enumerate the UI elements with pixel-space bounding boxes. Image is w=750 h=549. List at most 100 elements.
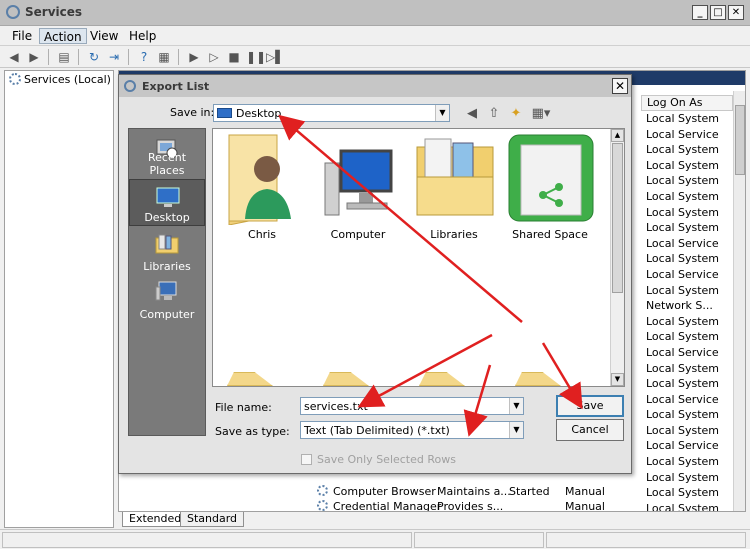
filename-input[interactable]: services.txt ▼ xyxy=(300,397,524,415)
logon-cell: Local System xyxy=(646,423,720,437)
refresh-icon[interactable]: ↻ xyxy=(86,49,102,65)
start-service-alt-icon[interactable]: ▷ xyxy=(206,49,222,65)
logon-cell: Local System xyxy=(646,283,720,297)
chevron-down-icon[interactable]: ▼ xyxy=(509,422,523,438)
column-header-logon[interactable]: Log On As xyxy=(641,95,733,111)
scroll-up-icon[interactable]: ▲ xyxy=(611,129,624,142)
gear-icon xyxy=(317,500,328,511)
scrollbar-thumb[interactable] xyxy=(612,143,623,293)
menu-bar: File Action View Help xyxy=(0,26,750,46)
toolbar-separator xyxy=(48,49,49,65)
logon-cell: Local System xyxy=(646,408,720,422)
menu-help[interactable]: Help xyxy=(125,28,160,44)
title-bar: Services _ □ ✕ xyxy=(0,0,750,26)
place-libraries[interactable]: Libraries xyxy=(129,227,205,274)
tab-extended[interactable]: Extended xyxy=(122,512,189,527)
console-tree: Services (Local) xyxy=(4,70,114,528)
tree-item-services-local[interactable]: Services (Local) xyxy=(9,73,111,86)
toolbar-separator xyxy=(128,49,129,65)
chevron-down-icon[interactable]: ▼ xyxy=(509,398,523,414)
save-selected-rows-checkbox[interactable]: Save Only Selected Rows xyxy=(301,453,456,466)
view-menu-icon[interactable]: ▦▾ xyxy=(529,105,553,123)
checkbox-label: Save Only Selected Rows xyxy=(317,453,456,466)
service-startup: Manual xyxy=(565,485,605,498)
properties-icon[interactable]: ▦ xyxy=(156,49,172,65)
save-in-dropdown[interactable]: Desktop ▼ xyxy=(213,104,450,122)
logon-cell: Local System xyxy=(646,330,720,344)
logon-cell: Local System xyxy=(646,174,720,188)
service-name: Credential Manager xyxy=(333,500,442,512)
service-description: Provides s... xyxy=(437,500,504,512)
logon-cell: Local System xyxy=(646,501,720,512)
computer-icon xyxy=(155,281,177,301)
save-as-type-value: Text (Tab Delimited) (*.txt) xyxy=(304,424,450,437)
file-item-libraries[interactable]: Libraries xyxy=(407,133,501,241)
dialog-title-bar: Export List ✕ xyxy=(119,75,631,97)
start-service-icon[interactable]: ▶ xyxy=(186,49,202,65)
services-gear-icon xyxy=(124,80,136,92)
logon-cell: Local System xyxy=(646,486,720,500)
stop-service-icon[interactable]: ■ xyxy=(226,49,242,65)
file-item-computer[interactable]: Computer xyxy=(311,133,405,241)
show-console-tree-icon[interactable]: ▤ xyxy=(56,49,72,65)
file-item-shared-space[interactable]: Shared Space xyxy=(503,133,597,241)
scrollbar-thumb[interactable] xyxy=(735,105,745,175)
computer-icon xyxy=(324,149,393,216)
filename-value: services.txt xyxy=(304,400,368,413)
logon-cell: Local System xyxy=(646,221,720,235)
logon-column: Local System Local Service Local System Loc… xyxy=(646,111,736,512)
place-label: Recent Places xyxy=(147,151,187,177)
menu-file[interactable]: File xyxy=(8,28,36,44)
logon-cell: Local System xyxy=(646,377,720,391)
save-button[interactable]: Save xyxy=(556,395,624,417)
logon-cell: Local System xyxy=(646,361,720,375)
new-folder-icon[interactable]: ✦ xyxy=(507,105,525,123)
pause-service-icon[interactable]: ❚❚ xyxy=(246,49,266,65)
place-desktop[interactable]: Desktop xyxy=(129,179,205,226)
save-as-type-dropdown[interactable]: Text (Tab Delimited) (*.txt) ▼ xyxy=(300,421,524,439)
toolbar: ◀ ▶ ▤ ↻ ⇥ ? ▦ ▶ ▷ ■ ❚❚ ▷▌ xyxy=(0,46,750,68)
file-item-label: Shared Space xyxy=(512,228,588,241)
menu-action[interactable]: Action xyxy=(39,28,87,44)
menu-view[interactable]: View xyxy=(86,28,122,44)
folder-icon xyxy=(227,372,273,386)
help-icon[interactable]: ? xyxy=(136,49,152,65)
cancel-button[interactable]: Cancel xyxy=(556,419,624,441)
services-gear-icon xyxy=(6,5,20,19)
chevron-down-icon[interactable]: ▼ xyxy=(435,105,449,121)
gear-icon xyxy=(9,73,21,85)
file-item-label: Chris xyxy=(248,228,276,241)
place-recent-places[interactable]: Recent Places xyxy=(129,131,205,178)
filename-label: File name: xyxy=(215,401,272,414)
dialog-close-button[interactable]: ✕ xyxy=(612,78,628,94)
place-computer[interactable]: Computer xyxy=(129,275,205,322)
scroll-down-icon[interactable]: ▼ xyxy=(611,373,624,386)
up-folder-icon[interactable]: ⇧ xyxy=(485,105,503,123)
file-item-chris[interactable]: Chris xyxy=(215,133,309,241)
forward-icon[interactable]: ▶ xyxy=(26,49,42,65)
restart-service-icon[interactable]: ▷▌ xyxy=(266,49,284,65)
tab-standard[interactable]: Standard xyxy=(180,512,245,527)
export-list-icon[interactable]: ⇥ xyxy=(106,49,122,65)
libraries-icon xyxy=(155,234,179,254)
status-bar xyxy=(0,529,750,549)
close-button[interactable]: ✕ xyxy=(728,5,744,20)
checkbox-box[interactable] xyxy=(301,454,312,465)
save-in-label: Save in: xyxy=(170,106,215,119)
logon-cell: Local Service xyxy=(646,439,719,453)
back-icon[interactable]: ◀ xyxy=(463,105,481,123)
file-list-scrollbar[interactable]: ▲ ▼ xyxy=(610,129,624,386)
logon-cell: Local System xyxy=(646,158,720,172)
status-cell xyxy=(414,532,544,548)
back-icon[interactable]: ◀ xyxy=(6,49,22,65)
status-cell xyxy=(2,532,412,548)
place-label: Computer xyxy=(139,308,195,321)
toolbar-separator xyxy=(178,49,179,65)
maximize-button[interactable]: □ xyxy=(710,5,726,20)
places-bar: Recent Places Desktop Libraries Computer xyxy=(128,128,206,436)
vertical-scrollbar[interactable] xyxy=(733,91,745,511)
minimize-button[interactable]: _ xyxy=(692,5,708,20)
logon-cell: Local Service xyxy=(646,392,719,406)
logon-cell: Network S... xyxy=(646,299,713,313)
logon-cell: Local Service xyxy=(646,236,719,250)
